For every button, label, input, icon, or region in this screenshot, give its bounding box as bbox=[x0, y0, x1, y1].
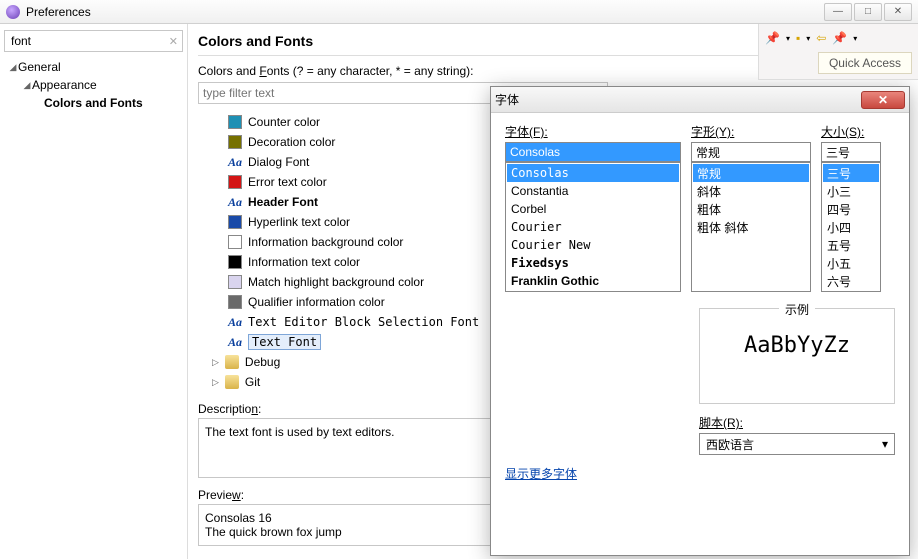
font-size-input[interactable] bbox=[821, 142, 881, 162]
preferences-nav: ✕ ◢ General ◢ Appearance Colors and Font… bbox=[0, 24, 188, 559]
font-icon: Aa bbox=[228, 155, 242, 170]
window-title: Preferences bbox=[26, 5, 824, 19]
folder-icon bbox=[225, 375, 239, 389]
list-option[interactable]: 粗体 斜体 bbox=[693, 218, 809, 236]
list-option[interactable]: Fixedsys bbox=[507, 254, 679, 272]
list-option[interactable]: 粗体 bbox=[693, 200, 809, 218]
pin-icon[interactable]: ▪ bbox=[796, 31, 800, 45]
font-size-label: 大小(S): bbox=[821, 123, 881, 140]
font-dialog-title: 字体 bbox=[495, 91, 519, 108]
twisty-open-icon: ◢ bbox=[22, 80, 32, 91]
workbench-toolbar-fragment: 📌▾ ▪▾ ⇦ 📌▾ Quick Access bbox=[758, 24, 918, 80]
list-item-label: Counter color bbox=[248, 115, 320, 129]
pin-icon[interactable]: 📌 bbox=[765, 31, 780, 45]
list-option[interactable]: 五号 bbox=[823, 236, 879, 254]
twisty-closed-icon: ▷ bbox=[212, 377, 219, 388]
list-item-label: Error text color bbox=[248, 175, 327, 189]
pin-icon[interactable]: 📌 bbox=[832, 31, 847, 45]
font-icon: Aa bbox=[228, 195, 242, 210]
preferences-titlebar: Preferences — □ ✕ bbox=[0, 0, 918, 24]
folder-icon bbox=[225, 355, 239, 369]
color-swatch-icon bbox=[228, 215, 242, 229]
font-style-list[interactable]: 常规斜体粗体粗体 斜体 bbox=[691, 162, 811, 292]
list-option[interactable]: 小三 bbox=[823, 182, 879, 200]
list-item-label: Dialog Font bbox=[248, 155, 309, 169]
font-dialog-close[interactable]: ✕ bbox=[861, 91, 905, 109]
sample-group: 示例 AaBbYyZz bbox=[699, 308, 895, 404]
color-swatch-icon bbox=[228, 275, 242, 289]
list-item-label: Text Editor Block Selection Font bbox=[248, 315, 479, 329]
sample-text: AaBbYyZz bbox=[744, 333, 850, 358]
list-option[interactable]: Courier bbox=[507, 218, 679, 236]
list-option[interactable]: 四号 bbox=[823, 200, 879, 218]
maximize-button[interactable]: □ bbox=[854, 3, 882, 21]
color-swatch-icon bbox=[228, 295, 242, 309]
list-option[interactable]: 三号 bbox=[823, 164, 879, 182]
list-item-label: Hyperlink text color bbox=[248, 215, 350, 229]
font-family-input[interactable] bbox=[505, 142, 681, 162]
tree-item-general[interactable]: ◢ General bbox=[8, 58, 183, 76]
color-swatch-icon bbox=[228, 135, 242, 149]
twisty-closed-icon: ▷ bbox=[212, 357, 219, 368]
page-title: Colors and Fonts bbox=[198, 33, 313, 49]
font-family-list[interactable]: ConsolasConstantiaCorbelCourierCourier N… bbox=[505, 162, 681, 292]
tree-item-colors-fonts[interactable]: Colors and Fonts bbox=[8, 94, 183, 112]
nav-filter-input[interactable] bbox=[9, 33, 164, 49]
font-style-label: 字形(Y): bbox=[691, 123, 811, 140]
font-style-input[interactable] bbox=[691, 142, 811, 162]
more-fonts-link[interactable]: 显示更多字体 bbox=[505, 465, 895, 482]
twisty-open-icon: ◢ bbox=[8, 62, 18, 73]
list-option[interactable]: Franklin Gothic bbox=[507, 272, 679, 290]
list-option[interactable]: 斜体 bbox=[693, 182, 809, 200]
list-item-label: Text Font bbox=[248, 334, 321, 350]
nav-filter-wrapper: ✕ bbox=[4, 30, 183, 52]
list-option[interactable]: 常规 bbox=[693, 164, 809, 182]
eclipse-icon bbox=[6, 5, 20, 19]
list-option[interactable]: Consolas bbox=[507, 164, 679, 182]
list-option[interactable]: 小五 bbox=[823, 254, 879, 272]
list-option[interactable]: Corbel bbox=[507, 200, 679, 218]
list-option[interactable]: 小四 bbox=[823, 218, 879, 236]
tree-item-appearance[interactable]: ◢ Appearance bbox=[8, 76, 183, 94]
color-swatch-icon bbox=[228, 175, 242, 189]
font-family-label: 字体(F): bbox=[505, 123, 681, 140]
font-dialog: 字体 ✕ 字体(F): ConsolasConstantiaCorbelCour… bbox=[490, 86, 910, 556]
list-option[interactable]: Constantia bbox=[507, 182, 679, 200]
font-size-list[interactable]: 三号小三四号小四五号小五六号 bbox=[821, 162, 881, 292]
chevron-down-icon: ▾ bbox=[882, 437, 888, 451]
minimize-button[interactable]: — bbox=[824, 3, 852, 21]
folder-label: Debug bbox=[245, 355, 280, 369]
sample-label: 示例 bbox=[779, 301, 815, 318]
color-swatch-icon bbox=[228, 115, 242, 129]
list-item-label: Decoration color bbox=[248, 135, 335, 149]
quick-access[interactable]: Quick Access bbox=[818, 52, 912, 74]
list-item-label: Match highlight background color bbox=[248, 275, 424, 289]
color-swatch-icon bbox=[228, 255, 242, 269]
tree-label: Colors and Fonts bbox=[44, 96, 143, 110]
list-item-label: Information text color bbox=[248, 255, 360, 269]
font-icon: Aa bbox=[228, 335, 242, 350]
back-icon[interactable]: ⇦ bbox=[816, 31, 826, 45]
window-controls: — □ ✕ bbox=[824, 3, 912, 21]
clear-filter-icon[interactable]: ✕ bbox=[169, 35, 178, 48]
script-value: 西欧语言 bbox=[706, 436, 754, 453]
folder-label: Git bbox=[245, 375, 260, 389]
list-option[interactable]: Courier New bbox=[507, 236, 679, 254]
tree-label: Appearance bbox=[32, 78, 97, 92]
color-swatch-icon bbox=[228, 235, 242, 249]
tree-label: General bbox=[18, 60, 61, 74]
pref-close-button[interactable]: ✕ bbox=[884, 3, 912, 21]
font-icon: Aa bbox=[228, 315, 242, 330]
list-item-label: Qualifier information color bbox=[248, 295, 385, 309]
list-option[interactable]: 六号 bbox=[823, 272, 879, 290]
script-label: 脚本(R): bbox=[699, 414, 895, 431]
list-item-label: Information background color bbox=[248, 235, 403, 249]
script-select[interactable]: 西欧语言 ▾ bbox=[699, 433, 895, 455]
list-item-label: Header Font bbox=[248, 195, 318, 209]
